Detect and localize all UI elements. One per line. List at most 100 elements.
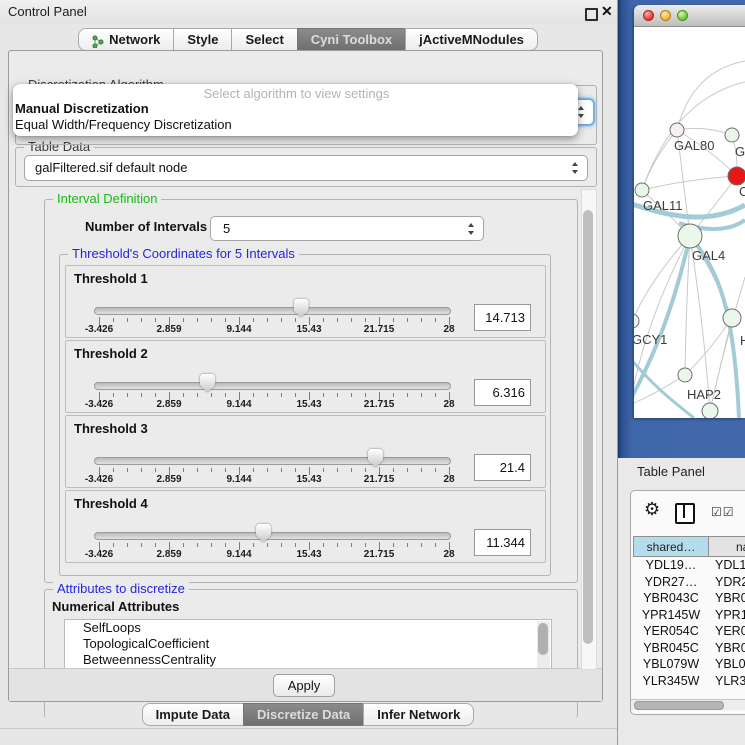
tick-mark (281, 318, 282, 322)
tick-mark (407, 393, 408, 397)
mac-zoom-button[interactable] (677, 10, 688, 21)
threshold-value-field[interactable]: 14.713 (474, 304, 531, 331)
tick-label: 2.859 (144, 399, 194, 410)
tick-mark (225, 318, 226, 322)
tab-top-select[interactable]: Select (231, 28, 297, 51)
panel-title: Control Panel (8, 4, 87, 19)
slider-track[interactable] (94, 382, 451, 390)
threshold-box-2: Threshold 2-3.4262.8599.14415.4321.71528… (65, 340, 546, 413)
slider-track[interactable] (94, 457, 451, 465)
slider-thumb-shape (294, 299, 309, 317)
algorithm-dropdown-popup: Select algorithm to view settings Manual… (13, 84, 578, 136)
cell-shared-name: YLR345W (633, 674, 709, 688)
table-panel-box: ⚙ ☑☑ shared… na YDL19…YDL1YDR27…YDR2YBR0… (630, 490, 745, 715)
tick-label: 9.144 (214, 549, 264, 560)
network-node-ga[interactable] (725, 128, 739, 142)
checkboxes-icon[interactable]: ☑☑ (711, 505, 735, 519)
network-canvas[interactable]: GAL80GACGAL11GAL4HGCY1HAP2 (634, 27, 745, 418)
apply-button[interactable]: Apply (273, 674, 335, 697)
panel-scrollbar[interactable] (581, 189, 597, 670)
tick-mark (211, 543, 212, 547)
combo-arrows-icon (572, 162, 579, 174)
mac-close-button[interactable] (643, 10, 654, 21)
slider-thumb[interactable] (368, 449, 383, 467)
threshold-box-4: Threshold 4-3.4262.8599.14415.4321.71528… (65, 490, 546, 563)
gear-icon[interactable]: ⚙ (644, 499, 660, 520)
network-node-h[interactable] (723, 309, 741, 327)
tab-bottom-impute-data[interactable]: Impute Data (142, 703, 244, 726)
cell-name: YER0 (715, 624, 745, 638)
network-node-gal11[interactable] (635, 183, 649, 197)
close-icon[interactable]: ✕ (601, 3, 613, 20)
threshold-value-field[interactable]: 6.316 (474, 379, 531, 406)
table-row[interactable]: YDR27…YDR2 (631, 575, 745, 592)
network-node-gal80[interactable] (670, 123, 684, 137)
tick-mark (253, 393, 254, 397)
tick-mark (365, 468, 366, 472)
threshold-box-3: Threshold 3-3.4262.8599.14415.4321.71528… (65, 415, 546, 488)
tick-label: 15.43 (284, 399, 334, 410)
scrollbar-thumb[interactable] (538, 623, 548, 655)
table-row[interactable]: YLR345W YLR3 (631, 674, 745, 690)
mac-minimize-button[interactable] (660, 10, 671, 21)
tab-top-style[interactable]: Style (173, 28, 232, 51)
numerical-attributes-list[interactable]: SelfLoopsTopologicalCoefficientBetweenne… (64, 619, 552, 670)
attribute-item-betweennesscentrality[interactable]: BetweennessCentrality (65, 652, 551, 668)
float-window-icon[interactable] (585, 8, 598, 21)
popup-item-equal-width-frequency-discretization[interactable]: Equal Width/Frequency Discretization (15, 117, 578, 133)
tab-top-jactivemnodules[interactable]: jActiveMNodules (405, 28, 538, 51)
number-of-intervals-combobox[interactable]: 5 (210, 216, 484, 241)
tab-label: Impute Data (156, 704, 230, 725)
attribute-item-topologicalcoefficient[interactable]: TopologicalCoefficient (65, 636, 551, 652)
slider-thumb[interactable] (256, 524, 271, 542)
table-hscrollbar[interactable] (631, 699, 745, 710)
popup-items: Manual DiscretizationEqual Width/Frequen… (15, 101, 578, 133)
popup-item-manual-discretization[interactable]: Manual Discretization (15, 101, 578, 117)
attribute-item-selfloops[interactable]: SelfLoops (65, 620, 551, 636)
network-desktop: GAL80GACGAL11GAL4HGCY1HAP2 (618, 0, 745, 458)
table-row[interactable]: YBR045CYBR0 (631, 641, 745, 658)
tab-top-cyni-toolbox[interactable]: Cyni Toolbox (297, 28, 406, 51)
tab-bottom-discretize-data[interactable]: Discretize Data (243, 703, 364, 726)
slider-thumb[interactable] (294, 299, 309, 317)
table-row[interactable]: YBR043CYBR0 (631, 591, 745, 608)
network-window-titlebar (634, 5, 745, 27)
tick-mark (113, 468, 114, 472)
table-data-combobox[interactable]: galFiltered.sif default node (24, 155, 588, 181)
threshold-value-field[interactable]: 11.344 (474, 529, 531, 556)
tick-mark (337, 543, 338, 547)
attributes-scrollbar[interactable] (537, 621, 550, 668)
table-row[interactable]: YPR145WYPR1 (631, 608, 745, 625)
tick-mark (337, 318, 338, 322)
number-of-intervals-label: Number of Intervals (85, 219, 207, 234)
tab-top-network[interactable]: Network (78, 28, 174, 51)
cell-name: YLR3 (715, 674, 745, 688)
network-node-c[interactable] (728, 167, 745, 185)
network-node-gal4[interactable] (678, 224, 702, 248)
tick-mark (295, 393, 296, 397)
tick-mark (141, 393, 142, 397)
column-header-name[interactable]: na (708, 536, 745, 557)
scrollbar-thumb[interactable] (634, 701, 724, 710)
slider-track[interactable] (94, 532, 451, 540)
table-row[interactable]: YDL19…YDL1 (631, 558, 745, 575)
table-row[interactable]: YBL079WYBL0 (631, 657, 745, 674)
network-node[interactable] (702, 403, 718, 418)
column-header-shared-name[interactable]: shared… (633, 536, 709, 557)
scrollbar-thumb[interactable] (583, 210, 593, 644)
tick-mark (141, 543, 142, 547)
tick-mark (351, 468, 352, 472)
table-row[interactable]: YER054CYER0 (631, 624, 745, 641)
tick-label: 15.43 (284, 549, 334, 560)
tab-label: Style (187, 29, 218, 50)
columns-icon[interactable] (675, 503, 695, 524)
slider-thumb[interactable] (200, 374, 215, 392)
slider-track[interactable] (94, 307, 451, 315)
network-node-hap2[interactable] (678, 368, 692, 382)
tick-mark (365, 543, 366, 547)
node-label-h: H (740, 333, 745, 348)
threshold-value-field[interactable]: 21.4 (474, 454, 531, 481)
network-node-gcy1[interactable] (634, 314, 639, 328)
combo-arrows-icon (578, 106, 585, 118)
tab-bottom-infer-network[interactable]: Infer Network (363, 703, 474, 726)
